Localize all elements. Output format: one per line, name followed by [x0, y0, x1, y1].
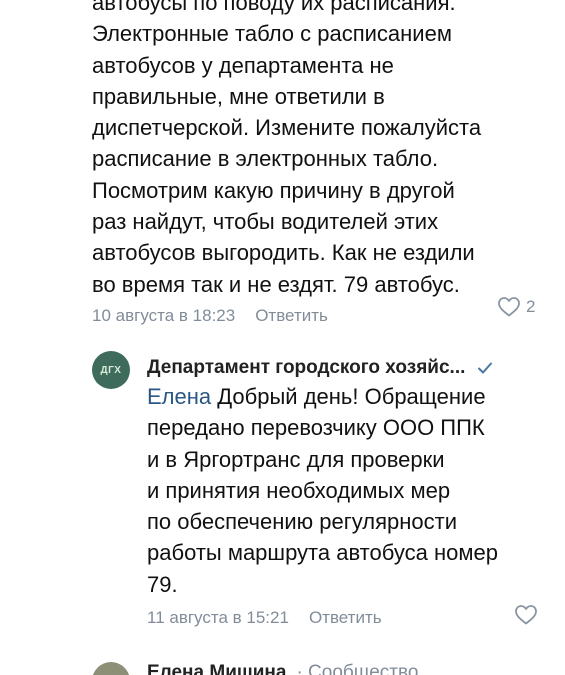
heart-outline-icon — [497, 296, 521, 317]
comment-1-reply-button[interactable]: Ответить — [255, 306, 328, 326]
comment-2-like-button[interactable] — [514, 604, 538, 625]
avatar[interactable]: ДГХ — [92, 351, 130, 389]
comment-1-text: автобусы по поводу их расписания. Электр… — [92, 0, 482, 297]
avatar-text: ДГХ — [100, 364, 122, 376]
comment-2-header: Департамент городского хозяйс... — [147, 354, 547, 382]
comment-1-meta: 10 августа в 18:23 Ответить — [92, 304, 542, 328]
comments-screen: автобусы по поводу их расписания. Электр… — [0, 0, 565, 675]
comment-3-header: Елена Мишина · Сообщество — [147, 662, 418, 675]
comment-1: автобусы по поводу их расписания. Электр… — [92, 0, 542, 328]
comment-3-role: · Сообщество — [296, 662, 419, 675]
comment-1-like-button[interactable]: 2 — [497, 296, 535, 317]
comment-2-reply-button[interactable]: Ответить — [309, 608, 382, 628]
heart-outline-icon — [514, 604, 538, 625]
comment-3-author[interactable]: Елена Мишина — [147, 662, 286, 675]
comment-2-date: 11 августа в 15:21 — [147, 608, 289, 628]
comment-2-meta: 11 августа в 15:21 Ответить — [147, 606, 547, 630]
comment-2-body: Елена Добрый день! Обращение передано пе… — [147, 381, 547, 600]
comment-1-like-count: 2 — [526, 296, 536, 316]
mention-link[interactable]: Елена — [147, 384, 211, 409]
comment-2-author[interactable]: Департамент городского хозяйс... — [147, 357, 465, 379]
comment-2: Елена Добрый день! Обращение передано пе… — [147, 381, 547, 630]
comment-1-date: 10 августа в 18:23 — [92, 305, 236, 325]
avatar[interactable] — [92, 662, 130, 675]
comment-2-text: Добрый день! Обращение передано перевозч… — [147, 384, 498, 597]
checkmark-icon — [477, 361, 493, 375]
